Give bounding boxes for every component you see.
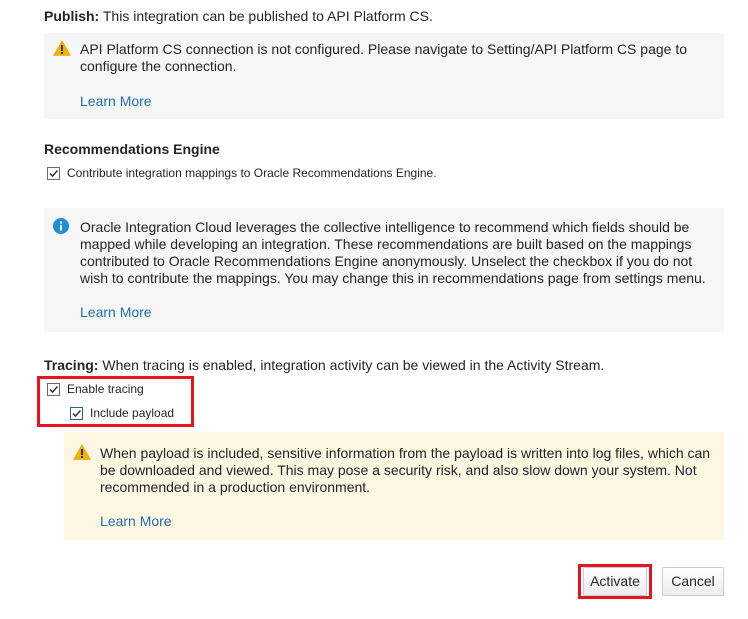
publish-label: Publish: (44, 8, 100, 24)
include-payload-label: Include payload (90, 406, 175, 420)
tracing-text: When tracing is enabled, integration act… (98, 357, 605, 373)
warning-icon (73, 443, 91, 465)
checkmark-icon (49, 385, 59, 394)
recommendations-learn-more-link[interactable]: Learn More (80, 304, 152, 320)
recommendations-heading: Recommendations Engine (44, 141, 220, 157)
publish-learn-more-link[interactable]: Learn More (80, 93, 152, 109)
warning-icon (53, 39, 71, 61)
publish-warning-text: API Platform CS connection is not config… (80, 41, 687, 74)
payload-warning-panel: When payload is included, sensitive info… (64, 432, 724, 540)
checkmark-icon (49, 169, 59, 178)
include-payload-checkbox[interactable] (70, 407, 83, 420)
enable-tracing-label: Enable tracing (67, 382, 144, 396)
enable-tracing-checkbox[interactable] (47, 383, 60, 396)
activate-button[interactable]: Activate (583, 567, 647, 596)
contribute-mappings-checkbox[interactable] (47, 167, 60, 180)
info-icon (53, 218, 69, 239)
publish-text: This integration can be published to API… (99, 8, 433, 24)
cancel-button[interactable]: Cancel (662, 567, 724, 596)
publish-line: Publish: This integration can be publish… (44, 8, 734, 25)
tracing-line: Tracing: When tracing is enabled, integr… (44, 357, 734, 374)
payload-warning-text: When payload is included, sensitive info… (100, 445, 711, 495)
checkmark-icon (72, 409, 82, 418)
recommendations-info-panel: Oracle Integration Cloud leverages the c… (44, 208, 724, 332)
tracing-label: Tracing: (44, 357, 99, 373)
contribute-mappings-label: Contribute integration mappings to Oracl… (67, 166, 437, 180)
publish-warning-panel: API Platform CS connection is not config… (44, 33, 724, 119)
recommendations-info-text: Oracle Integration Cloud leverages the c… (80, 219, 706, 286)
payload-learn-more-link[interactable]: Learn More (100, 513, 172, 529)
